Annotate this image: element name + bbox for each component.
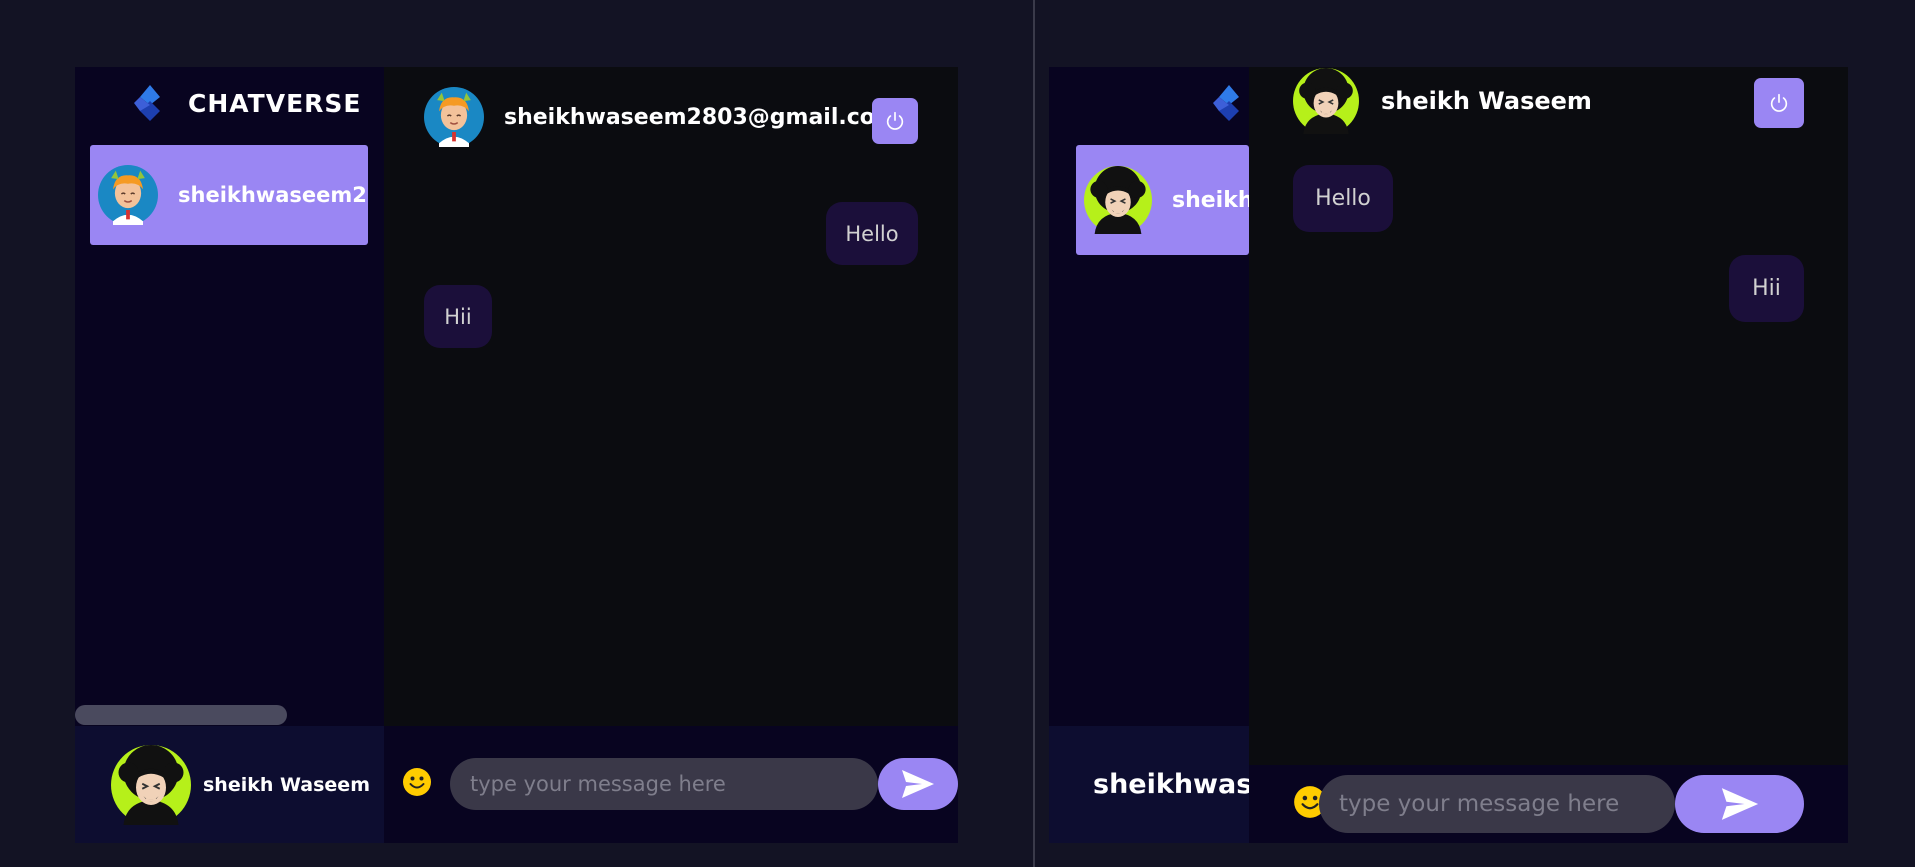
chat-title: sheikh Waseem: [1381, 87, 1592, 115]
send-arrow-icon: [1721, 788, 1758, 820]
brand: CHATVERSE: [130, 83, 362, 123]
contact-name: sheikhwaseem2803@gmail.com: [1172, 187, 1249, 213]
current-user-name: sheikh Waseem: [203, 773, 370, 796]
logout-button[interactable]: [872, 98, 918, 144]
left-chat-window: CHATVERSE sheikhwaseem2803@gmail.com she…: [75, 67, 958, 843]
contacts-sidebar: CHATVERSE sheikhwaseem2803@gmail.com she…: [75, 67, 384, 843]
split-divider: [1033, 0, 1035, 867]
diamond-logo-icon: [1213, 85, 1239, 121]
chat-header: sheikhwaseem2803@gmail.com: [424, 87, 918, 147]
chat-header: sheikh Waseem: [1293, 67, 1804, 135]
right-chat-window: sheikhwaseem2803@gmail.com sheikhwaseem2…: [1049, 67, 1848, 843]
message-sent: Hii: [1729, 255, 1804, 322]
diamond-logo-icon: [134, 85, 160, 121]
send-arrow-icon: [902, 770, 934, 798]
chat-input-bar: [384, 726, 958, 843]
logout-button[interactable]: [1754, 78, 1804, 128]
message-input[interactable]: [450, 772, 878, 796]
message-input[interactable]: [1319, 791, 1675, 817]
chat-input-bar: [1249, 765, 1848, 843]
chat-avatar: [424, 87, 484, 147]
message-input-wrap: [450, 758, 878, 810]
chat-container: sheikh Waseem Hello Hii: [1249, 67, 1848, 843]
contact-item-selected[interactable]: sheikhwaseem2803@gmail.com: [1076, 145, 1249, 255]
contact-item-selected[interactable]: sheikhwaseem2803@gmail.com: [90, 145, 368, 245]
power-icon: [1770, 93, 1788, 112]
message-sent: Hello: [826, 202, 918, 265]
horizontal-scrollbar[interactable]: [75, 705, 287, 725]
contacts-sidebar: sheikhwaseem2803@gmail.com sheikhwaseem2…: [1049, 67, 1576, 843]
chat-avatar: [1293, 68, 1359, 134]
message-received: Hii: [424, 285, 492, 348]
message-input-wrap: [1319, 775, 1675, 833]
smiley-icon[interactable]: [402, 767, 432, 797]
chat-container: sheikhwaseem2803@gmail.com Hello Hii: [384, 67, 958, 843]
power-icon: [886, 111, 904, 130]
current-user-avatar: [111, 744, 191, 825]
contact-avatar: [98, 165, 158, 225]
send-button[interactable]: [878, 758, 958, 810]
current-user: sheikh Waseem: [75, 726, 384, 843]
message-received: Hello: [1293, 165, 1393, 232]
brand: [1209, 83, 1249, 123]
send-button[interactable]: [1675, 775, 1804, 833]
brand-name: CHATVERSE: [188, 88, 362, 118]
contact-avatar: [1084, 166, 1152, 234]
contact-name: sheikhwaseem2803@gmail.com: [178, 183, 368, 207]
chat-title: sheikhwaseem2803@gmail.com: [504, 104, 898, 130]
current-user: sheikhwaseem2803@gmail.com: [1049, 726, 1576, 843]
